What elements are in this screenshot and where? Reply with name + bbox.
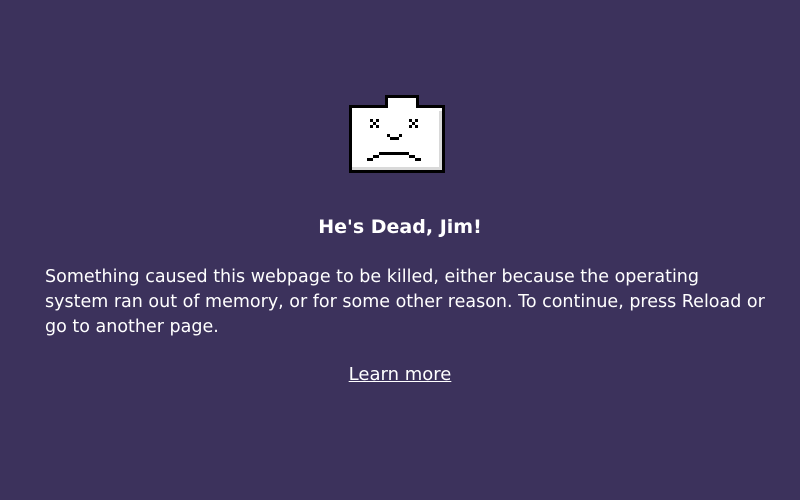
learn-more-link[interactable]: Learn more	[349, 364, 452, 385]
error-message: Something caused this webpage to be kill…	[45, 267, 765, 337]
page-title: He's Dead, Jim!	[318, 216, 482, 238]
sad-folder-icon	[349, 95, 445, 173]
learn-more-container: Learn more	[0, 363, 800, 387]
